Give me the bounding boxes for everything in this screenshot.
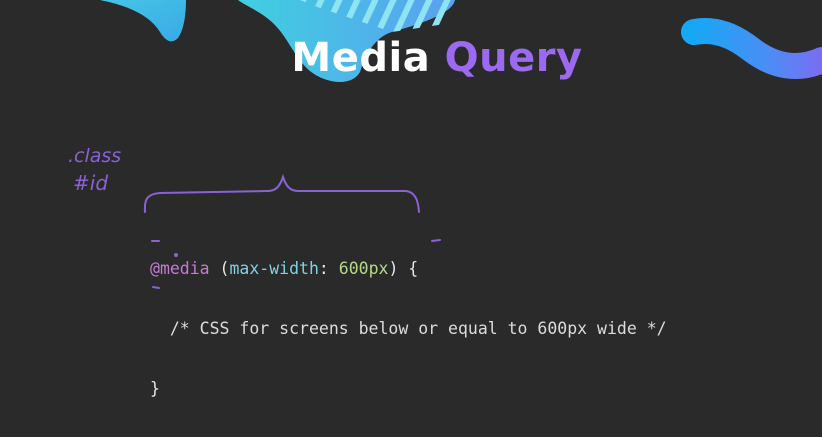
id-note: #id: [73, 171, 108, 195]
curly-brace-mark: [143, 173, 420, 213]
code-close-paren-brace: ) {: [388, 259, 419, 278]
code-property: max-width: [229, 259, 319, 278]
code-media-keyword: media: [159, 259, 210, 278]
code-close-brace: }: [150, 379, 160, 398]
code-value: 600px: [338, 259, 389, 278]
code-line-3: }: [150, 379, 667, 399]
slide-canvas: Media Query .class #id @media (max-width…: [0, 0, 822, 437]
class-note: .class: [68, 145, 121, 167]
code-comment: /* CSS for screens below or equal to 600…: [169, 319, 667, 338]
code-at-sign: @: [150, 259, 160, 278]
code-colon: :: [318, 259, 329, 278]
code-line-1: @media (max-width: 600px) {: [150, 259, 667, 279]
code-open-paren: (: [219, 259, 230, 278]
code-line-2: /* CSS for screens below or equal to 600…: [150, 319, 667, 339]
code-block: @media (max-width: 600px) { /* CSS for s…: [150, 219, 667, 437]
